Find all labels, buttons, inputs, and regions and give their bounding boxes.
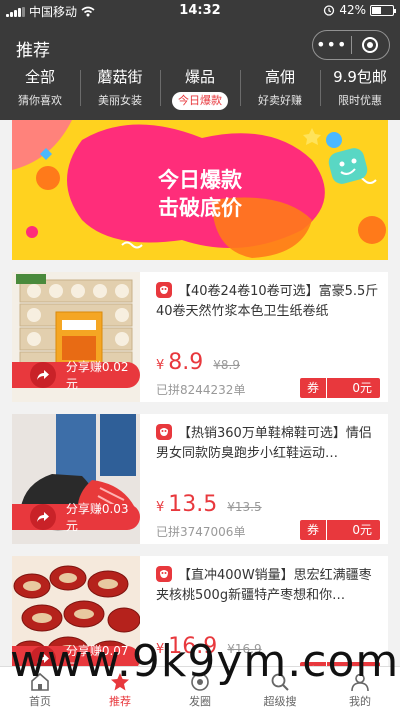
product-title[interactable]: 【40卷24卷10卷可选】富豪5.5斤40卷天然竹浆本色卫生纸卷纸 <box>156 282 380 322</box>
tab-label: 高佣 <box>264 68 295 86</box>
coupon-label: 券 <box>300 520 326 540</box>
share-icon <box>30 504 56 530</box>
coupon-value: 0元 <box>327 378 380 398</box>
product-price: 13.5 <box>168 492 218 517</box>
tab-label: 9.9包邮 <box>333 68 387 86</box>
nav-label: 首页 <box>29 695 51 708</box>
promo-banner[interactable]: 今日爆款 击破底价 <box>12 120 388 260</box>
currency-symbol: ¥ <box>156 500 165 515</box>
product-card[interactable]: 分享赚0.03元 【热销360万单鞋棉鞋可选】情侣男女同款防臭跑步小红鞋运动… … <box>12 414 388 544</box>
tab-sublabel: 好卖好赚 <box>258 94 302 107</box>
product-title[interactable]: 【热销360万单鞋棉鞋可选】情侣男女同款防臭跑步小红鞋运动… <box>156 424 380 464</box>
nav-label: 我的 <box>349 695 371 708</box>
tab-hot[interactable]: 爆品 今日爆款 <box>160 66 240 116</box>
sold-count: 已拼3747006单 <box>156 525 246 539</box>
nav-label: 发圈 <box>189 695 211 708</box>
coupon-tag[interactable]: 券 0元 <box>300 520 380 540</box>
nav-label: 推荐 <box>109 695 131 708</box>
nav-label: 超级搜 <box>263 695 297 708</box>
header: 推荐 ••• 全部 猜你喜欢 蘑菇街 美丽女装 爆品 今日爆款 高佣 好卖好赚 … <box>0 22 400 120</box>
product-title[interactable]: 【直冲400W销量】思宏红满疆枣夹核桃500g新疆特产枣想和你… <box>156 566 380 606</box>
tab-label: 全部 <box>24 68 55 86</box>
product-title-text: 【40卷24卷10卷可选】富豪5.5斤40卷天然竹浆本色卫生纸卷纸 <box>156 284 379 319</box>
share-earn-button[interactable]: 分享赚0.03元 <box>12 502 140 533</box>
share-earn-label: 分享赚0.02元 <box>65 360 129 391</box>
tab-all[interactable]: 全部 猜你喜欢 <box>0 66 80 116</box>
tab-high-commission[interactable]: 高佣 好卖好赚 <box>240 66 320 116</box>
original-price: ¥8.9 <box>213 358 240 372</box>
currency-symbol: ¥ <box>156 358 165 373</box>
product-title-text: 【热销360万单鞋棉鞋可选】情侣男女同款防臭跑步小红鞋运动… <box>156 426 372 461</box>
pinduoduo-badge-icon <box>156 424 172 440</box>
coupon-value: 0元 <box>327 520 380 540</box>
tab-sublabel: 猜你喜欢 <box>18 94 62 107</box>
share-icon <box>30 362 56 388</box>
product-title-text: 【直冲400W销量】思宏红满疆枣夹核桃500g新疆特产枣想和你… <box>156 568 372 603</box>
close-button[interactable] <box>352 37 390 53</box>
tab-label: 爆品 <box>184 68 215 86</box>
alarm-icon <box>324 5 335 16</box>
banner-title: 今日爆款 <box>158 168 242 192</box>
mini-program-capsule: ••• <box>312 30 390 60</box>
status-bar: 中国移动 14:32 42% <box>0 0 400 22</box>
battery-percent: 42% <box>339 3 366 17</box>
coupon-tag[interactable]: 券 0元 <box>300 378 380 398</box>
share-earn-button[interactable]: 分享赚0.02元 <box>12 360 140 391</box>
coupon-label: 券 <box>300 378 326 398</box>
tab-sublabel: 限时优惠 <box>338 94 382 107</box>
tab-label: 蘑菇街 <box>97 68 143 86</box>
tab-sublabel: 今日爆款 <box>172 92 228 110</box>
share-earn-label: 分享赚0.03元 <box>65 502 129 533</box>
more-icon[interactable]: ••• <box>313 31 351 59</box>
watermark: www.9k9ym.com <box>10 636 400 687</box>
battery-icon <box>370 4 396 16</box>
pinduoduo-badge-icon <box>156 566 172 582</box>
page-title: 推荐 <box>16 41 50 61</box>
banner-subtitle: 击破底价 <box>158 196 242 220</box>
tab-mogujie[interactable]: 蘑菇街 美丽女装 <box>80 66 160 116</box>
original-price: ¥13.5 <box>227 500 262 514</box>
close-circle-icon <box>362 37 379 53</box>
product-card[interactable]: 分享赚0.02元 【40卷24卷10卷可选】富豪5.5斤40卷天然竹浆本色卫生纸… <box>12 272 388 402</box>
product-price: 8.9 <box>168 350 204 375</box>
pinduoduo-badge-icon <box>156 282 172 298</box>
tab-free-shipping[interactable]: 9.9包邮 限时优惠 <box>320 66 400 116</box>
sold-count: 已拼8244232单 <box>156 383 246 397</box>
tab-sublabel: 美丽女装 <box>98 94 142 107</box>
category-tabs: 全部 猜你喜欢 蘑菇街 美丽女装 爆品 今日爆款 高佣 好卖好赚 9.9包邮 限… <box>0 66 400 116</box>
